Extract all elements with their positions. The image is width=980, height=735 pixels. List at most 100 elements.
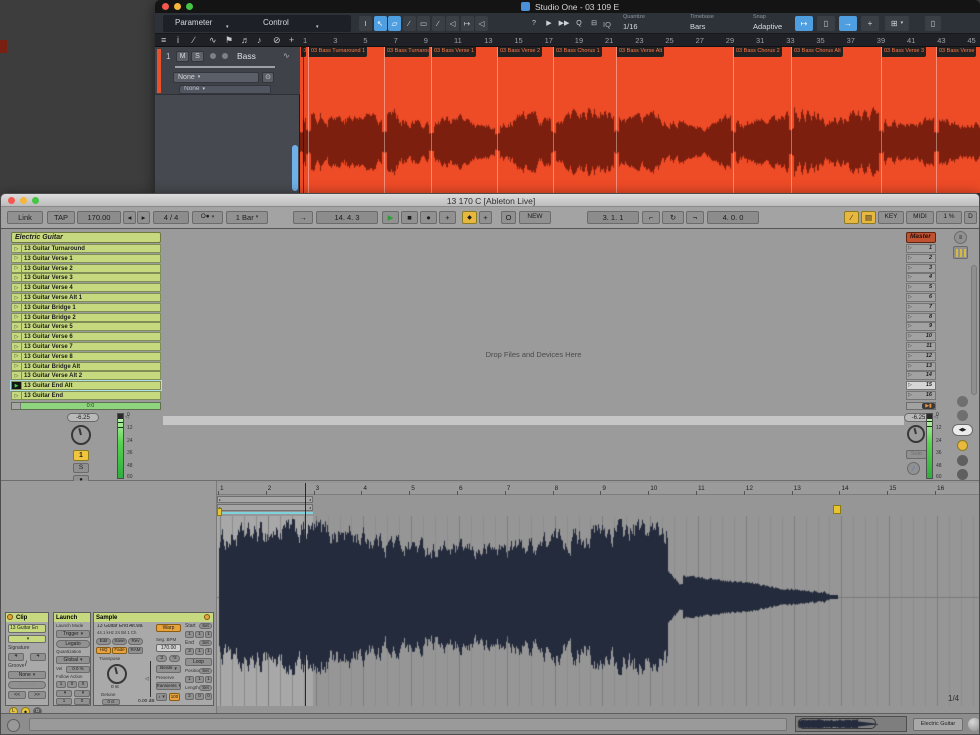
track-pan-knob[interactable] — [71, 425, 91, 445]
signature-numerator[interactable]: 4 — [8, 653, 24, 661]
track-header-electric-guitar[interactable]: Electric Guitar — [11, 232, 161, 243]
track-volume-value[interactable]: -6.25 — [67, 413, 99, 422]
clip-slot[interactable]: ▷13 Guitar End — [11, 391, 161, 400]
clip-slot[interactable]: ▷13 Guitar Bridge 2 — [11, 313, 161, 322]
scene-slot[interactable]: ▷3 — [906, 264, 936, 273]
scene-launch-icon[interactable]: ▷ — [908, 256, 912, 261]
overdub-button[interactable]: + — [439, 211, 456, 224]
record-arm-icon[interactable] — [210, 53, 216, 59]
clip-launch-button[interactable]: ▷ — [12, 294, 22, 301]
session-scrollbar[interactable] — [971, 265, 977, 395]
clip-name-tag[interactable]: 03 Bass Verse 2 — [498, 47, 542, 57]
scene-launch-icon[interactable]: ▷ — [908, 266, 912, 271]
timebase-value[interactable]: Bars — [690, 23, 710, 31]
view-toggle-2[interactable] — [957, 410, 968, 421]
position-sixteenths[interactable]: 1 — [205, 676, 212, 683]
signature-denominator[interactable]: 4 — [30, 653, 46, 661]
mute-button[interactable]: M — [176, 51, 189, 62]
clip-launch-button[interactable]: ▷ — [12, 265, 22, 272]
reenable-automation-button[interactable]: + — [479, 211, 492, 224]
clip-slot[interactable]: ▷13 Guitar Verse Alt 1 — [11, 293, 161, 302]
master-pan-knob[interactable] — [907, 425, 925, 443]
toolbar-toggle-2[interactable]: → — [839, 16, 857, 31]
tool-button-2[interactable]: ▱ — [388, 16, 401, 31]
status-track-button[interactable]: Electric Guitar — [913, 718, 963, 731]
launch-mode-chooser[interactable]: Trigger — [56, 630, 90, 638]
clip-launch-button[interactable]: ▶ — [12, 382, 22, 389]
ab-titlebar[interactable]: 13 170 C [Ableton Live] — [1, 194, 980, 207]
warp-mode-chooser[interactable]: Beats — [156, 665, 181, 673]
scene-slot[interactable]: ▷11 — [906, 342, 936, 351]
control-menu[interactable]: Control — [263, 19, 289, 27]
position-beats[interactable]: 1 — [195, 676, 204, 683]
time-signature-field[interactable]: 4 / 4 — [153, 211, 189, 224]
follow-action-b-chooser[interactable] — [74, 690, 90, 697]
nudge-back-button[interactable]: << — [8, 691, 26, 699]
insert-dropdown[interactable]: None — [173, 72, 259, 83]
track-volume-line[interactable] — [175, 66, 275, 68]
transpose-knob[interactable] — [107, 664, 127, 684]
view-toggle-active[interactable] — [957, 440, 968, 451]
preserve-chooser[interactable]: Transients — [156, 682, 181, 690]
halve-tempo-button[interactable]: :2 — [156, 655, 167, 662]
help-circle-icon[interactable] — [7, 719, 20, 732]
length-set-button[interactable]: Set — [199, 685, 212, 691]
scene-slot[interactable]: ▷10 — [906, 332, 936, 341]
crossfade-assign-icon[interactable]: ∕ — [907, 462, 920, 475]
clip-launch-button[interactable]: ▷ — [12, 274, 22, 281]
session-record-button[interactable]: O — [501, 211, 516, 224]
s1-vertical-scrollbar[interactable] — [292, 145, 298, 191]
clip-launch-button[interactable]: ▷ — [12, 304, 22, 311]
iq-label[interactable]: IQ — [603, 21, 611, 29]
grid-menu-button[interactable]: ⊞ — [885, 16, 909, 31]
solo-button[interactable]: S — [191, 51, 204, 62]
s1-track-header[interactable]: 1 M S Bass ∿ None ⊙ None — [155, 47, 300, 95]
loop-end-marker-row[interactable]: ▸ ◂ — [217, 504, 313, 511]
clip-launch-button[interactable]: ▷ — [12, 255, 22, 262]
status-ball-icon[interactable] — [968, 718, 980, 731]
legato-button[interactable]: Legato — [56, 640, 90, 648]
clip-slot[interactable]: ▷13 Guitar Bridge Alt — [11, 362, 161, 371]
warp-marker-14[interactable] — [833, 505, 841, 514]
clip-launch-button[interactable]: ▷ — [12, 314, 22, 321]
scene-launch-icon[interactable]: ▷ — [908, 393, 912, 398]
scene-slot[interactable]: ▷9 — [906, 322, 936, 331]
position-bars[interactable]: 1 — [185, 676, 194, 683]
zoom-icon[interactable] — [186, 3, 193, 10]
follow-time-sixteenths[interactable]: 0 — [78, 681, 88, 688]
groove-chooser[interactable]: None — [8, 671, 46, 679]
length-beats[interactable]: 0 — [195, 693, 204, 700]
ram-button[interactable]: RAM — [128, 647, 143, 654]
computer-midi-keyboard-button[interactable]: ▤ — [861, 211, 876, 224]
clip-activator-icon[interactable] — [7, 614, 13, 620]
length-sixteenths[interactable]: 0 — [205, 693, 212, 700]
scene-launch-icon[interactable]: ▷ — [908, 246, 912, 251]
clip-launch-button[interactable]: ▷ — [12, 363, 22, 370]
overview-thumb[interactable] — [798, 718, 876, 729]
clip-launch-button[interactable]: ▷ — [12, 323, 22, 330]
clip-name-tag[interactable]: 03 Bass Turnaround 1 — [309, 47, 367, 57]
scene-launch-icon[interactable]: ▷ — [908, 373, 912, 378]
scene-launch-icon[interactable]: ▷ — [908, 295, 912, 300]
scene-slot[interactable]: ▷8 — [906, 313, 936, 322]
follow-time-bars[interactable]: 1 — [56, 681, 66, 688]
master-stop-row[interactable]: ▶▮ — [906, 402, 936, 410]
view-toggle-1[interactable] — [957, 396, 968, 407]
clip-launch-button[interactable]: ▷ — [12, 333, 22, 340]
start-set-button[interactable]: Set — [199, 623, 212, 629]
fade-button[interactable]: Fade — [112, 647, 127, 654]
punch-in-button[interactable]: ⌐ — [642, 211, 660, 224]
scene-launch-icon[interactable]: ▷ — [908, 305, 912, 310]
metronome-quantize-menu[interactable]: O● — [192, 211, 223, 224]
scene-launch-icon[interactable]: ▷ — [908, 354, 912, 359]
midi-map-button[interactable]: MIDI — [906, 211, 934, 224]
follow-action-a-chooser[interactable] — [56, 690, 72, 697]
quantization-chooser[interactable]: Global — [56, 656, 90, 664]
punch-out-button[interactable]: ¬ — [686, 211, 704, 224]
track-status-row[interactable]: 0:0 — [11, 402, 161, 410]
stop-button[interactable]: ■ — [401, 211, 418, 224]
scene-launch-icon[interactable]: ▷ — [908, 383, 912, 388]
clip-overview-scrollbar[interactable] — [795, 716, 907, 732]
clip-launch-button[interactable]: ▷ — [12, 284, 22, 291]
end-set-button[interactable]: Set — [199, 640, 212, 646]
